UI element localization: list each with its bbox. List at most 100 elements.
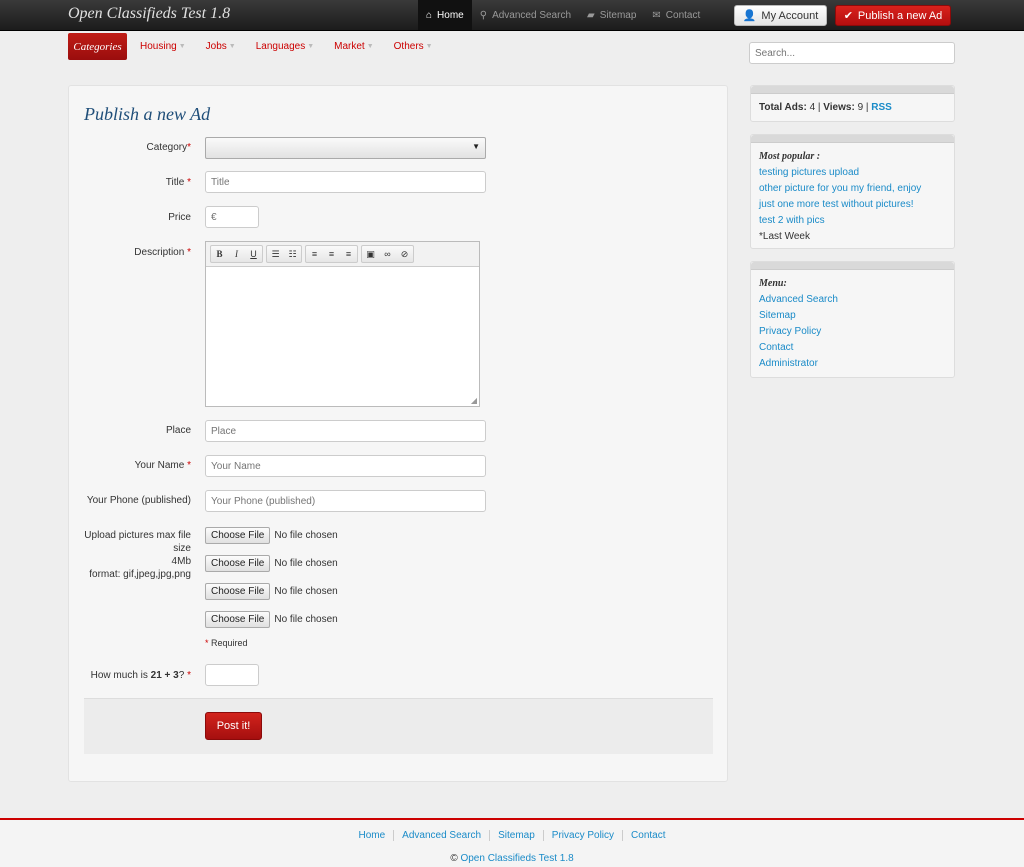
captcha-input[interactable] [205, 664, 259, 686]
nav-sitemap[interactable]: ▰ Sitemap [579, 0, 644, 30]
required-mark: * [187, 460, 191, 471]
category-label: Category* [83, 141, 191, 154]
menu-content: Menu: Advanced Search Sitemap Privacy Po… [751, 270, 954, 378]
required-note: * Required [205, 638, 248, 648]
file-status: No file chosen [274, 558, 338, 569]
upload-label-line: format: gif,jpeg,jpg,png [89, 569, 191, 580]
choose-file-button[interactable]: Choose File [205, 611, 271, 628]
bullet-list-icon[interactable]: ☰ [267, 246, 284, 262]
choose-file-button[interactable]: Choose File [205, 555, 271, 572]
required-note-text: Required [211, 638, 248, 648]
footer-contact-link[interactable]: Contact [623, 830, 673, 841]
footer-advanced-search-link[interactable]: Advanced Search [394, 830, 491, 841]
my-account-button[interactable]: 👤 My Account [734, 5, 827, 26]
format-group: B I U [210, 245, 263, 263]
menu-advanced-search-link[interactable]: Advanced Search [759, 292, 946, 308]
align-center-icon[interactable]: ≡ [323, 246, 340, 262]
insert-link-icon[interactable]: ∞ [379, 246, 396, 262]
italic-icon[interactable]: I [228, 246, 245, 262]
rss-link[interactable]: RSS [871, 102, 892, 113]
footer: Home Advanced Search Sitemap Privacy Pol… [0, 818, 1024, 867]
file-status: No file chosen [274, 530, 338, 541]
resize-handle-icon[interactable]: ◢ [471, 396, 477, 405]
copyright-symbol: © [450, 853, 458, 864]
caret-down-icon: ▼ [307, 43, 315, 50]
subnav-languages[interactable]: Languages ▼ [249, 33, 321, 60]
caret-down-icon: ▼ [425, 43, 433, 50]
site-brand[interactable]: Open Classifieds Test 1.8 [68, 5, 230, 23]
align-right-icon[interactable]: ≡ [340, 246, 357, 262]
nav-home[interactable]: ⌂ Home [418, 0, 472, 30]
phone-input[interactable] [205, 490, 486, 512]
subnav-housing[interactable]: Housing ▼ [133, 33, 193, 60]
popular-ad-link[interactable]: just one more test without pictures! [759, 197, 946, 213]
captcha-suffix: ? [178, 670, 185, 681]
subnav-market[interactable]: Market ▼ [327, 33, 381, 60]
name-input[interactable] [205, 455, 486, 477]
menu-title: Menu: [759, 278, 787, 289]
upload-label: Upload pictures max file size 4Mb format… [77, 529, 191, 581]
popular-ad-link[interactable]: other picture for you my friend, enjoy [759, 181, 946, 197]
place-input[interactable] [205, 420, 486, 442]
align-left-icon[interactable]: ≡ [306, 246, 323, 262]
file-status: No file chosen [274, 614, 338, 625]
required-mark: * [187, 247, 191, 258]
price-label: Price [168, 212, 191, 223]
menu-administrator-link[interactable]: Administrator [759, 356, 946, 372]
captcha-expression: 21 + 3 [150, 670, 179, 681]
name-label: Your Name * [83, 459, 191, 472]
choose-file-button[interactable]: Choose File [205, 583, 271, 600]
footer-privacy-policy-link[interactable]: Privacy Policy [544, 830, 624, 841]
menu-widget: Menu: Advanced Search Sitemap Privacy Po… [750, 261, 955, 378]
upload-label-line: size [173, 543, 191, 554]
choose-file-button[interactable]: Choose File [205, 527, 271, 544]
subnav-jobs-label: Jobs [205, 41, 227, 52]
category-select[interactable]: ▼ [205, 137, 486, 159]
place-label: Place [165, 425, 191, 436]
upload-label-line: 4Mb [171, 556, 191, 567]
required-mark: * [205, 638, 209, 648]
nav-contact[interactable]: ✉ Contact [644, 0, 708, 30]
bold-icon[interactable]: B [211, 246, 228, 262]
numbered-list-icon[interactable]: ☷ [284, 246, 301, 262]
widget-header [751, 262, 954, 270]
subnav-languages-label: Languages [255, 41, 306, 52]
footer-sitemap-link[interactable]: Sitemap [490, 830, 544, 841]
popular-ad-link[interactable]: test 2 with pics [759, 213, 946, 229]
caret-down-icon: ▼ [366, 43, 374, 50]
footer-links: Home Advanced Search Sitemap Privacy Pol… [0, 830, 1024, 841]
captcha-prefix: How much is [90, 670, 151, 681]
popular-note: *Last Week [759, 231, 810, 242]
copyright: © Open Classifieds Test 1.8 [0, 853, 1024, 864]
menu-privacy-policy-link[interactable]: Privacy Policy [759, 324, 946, 340]
dropdown-arrow-icon: ▼ [472, 142, 480, 151]
views-value: 9 [857, 102, 864, 113]
search-input[interactable] [749, 42, 955, 64]
remove-link-icon[interactable]: ⊘ [396, 246, 413, 262]
subnav-others[interactable]: Others ▼ [387, 33, 440, 60]
menu-contact-link[interactable]: Contact [759, 340, 946, 356]
subnav-jobs[interactable]: Jobs ▼ [199, 33, 243, 60]
description-label-text: Description [134, 247, 185, 258]
price-input[interactable] [205, 206, 259, 228]
popular-ad-link[interactable]: testing pictures upload [759, 165, 946, 181]
footer-home-link[interactable]: Home [350, 830, 395, 841]
popular-widget: Most popular : testing pictures upload o… [750, 134, 955, 249]
widget-header [751, 86, 954, 94]
required-mark: * [187, 142, 191, 153]
description-editor[interactable]: B I U ☰ ☷ ≡ ≡ ≡ ▣ ∞ ⊘ ◢ [205, 241, 480, 407]
copyright-link[interactable]: Open Classifieds Test 1.8 [460, 853, 573, 864]
editor-toolbar: B I U ☰ ☷ ≡ ≡ ≡ ▣ ∞ ⊘ [206, 242, 479, 267]
insert-image-icon[interactable]: ▣ [362, 246, 379, 262]
nav-advanced-search[interactable]: ⚲ Advanced Search [472, 0, 579, 30]
envelope-icon: ✉ [652, 9, 661, 21]
title-input[interactable] [205, 171, 486, 193]
publish-new-ad-button[interactable]: ✔ Publish a new Ad [835, 5, 951, 26]
file-upload-4: Choose File No file chosen [205, 611, 338, 628]
underline-icon[interactable]: U [245, 246, 262, 262]
top-navbar: Open Classifieds Test 1.8 ⌂ Home ⚲ Advan… [0, 0, 1024, 31]
post-it-button[interactable]: Post it! [205, 712, 262, 740]
subnav-housing-label: Housing [140, 41, 177, 52]
categories-button[interactable]: Categories [68, 33, 127, 60]
menu-sitemap-link[interactable]: Sitemap [759, 308, 946, 324]
